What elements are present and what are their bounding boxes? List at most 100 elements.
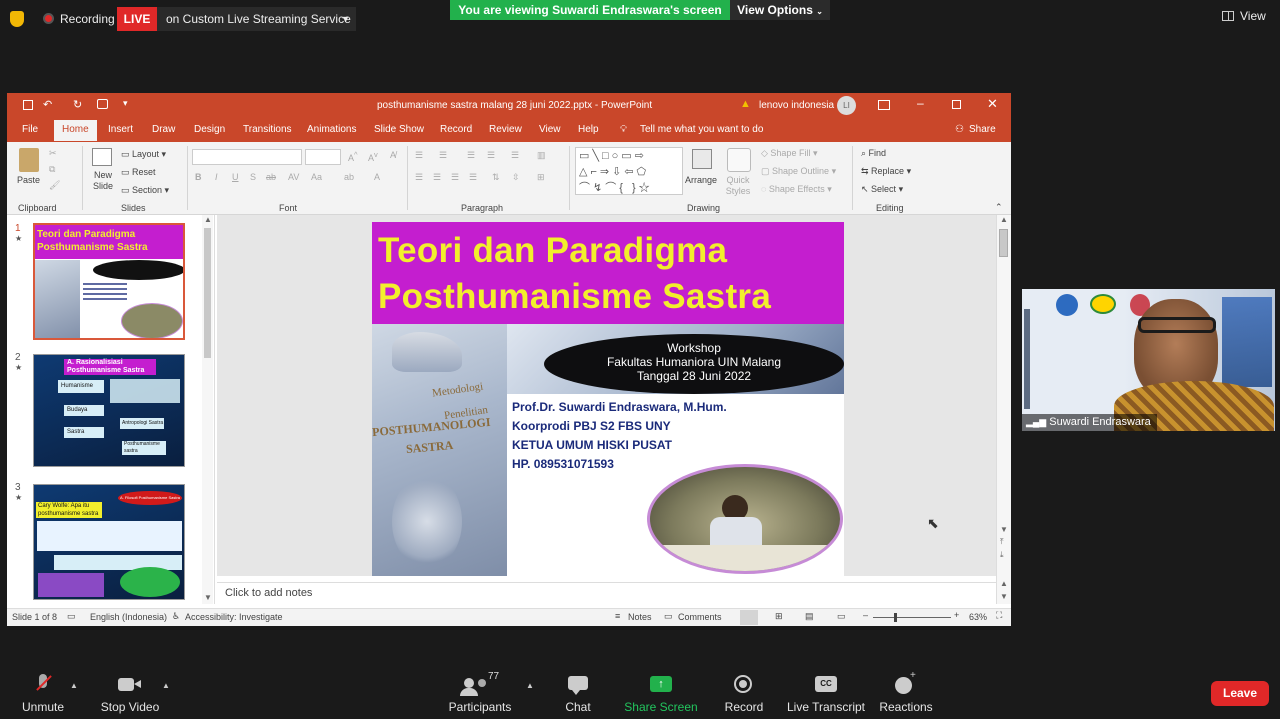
arrange-icon[interactable] — [692, 149, 712, 169]
shape-effects-button[interactable]: ◌ Shape Effects ▾ — [761, 184, 832, 195]
participants-options-caret[interactable]: ▲ — [526, 681, 534, 690]
restore-icon[interactable] — [952, 100, 961, 109]
char-spacing-icon[interactable]: AV — [288, 172, 299, 182]
notes-pane[interactable]: Click to add notes — [217, 582, 996, 604]
current-slide[interactable]: Teori dan Paradigma Posthumanisme Sastra… — [372, 222, 844, 576]
leave-button[interactable]: Leave — [1211, 681, 1269, 706]
change-case-icon[interactable]: Aa — [311, 172, 322, 182]
shape-outline-button[interactable]: ▢ Shape Outline ▾ — [761, 166, 836, 177]
paste-button[interactable]: Paste — [17, 175, 40, 185]
slide-scrollbar[interactable]: ▲ ▼ ⤒ ⤓ ▲ ▼ — [996, 215, 1011, 604]
increase-font-icon[interactable]: A^ — [348, 150, 358, 163]
reading-view-icon[interactable]: ▤ — [805, 611, 814, 622]
unmute-button[interactable]: Unmute — [18, 664, 68, 714]
find-button[interactable]: ⌕ Find — [861, 148, 886, 159]
language-indicator[interactable]: English (Indonesia) — [90, 612, 167, 622]
tab-transitions[interactable]: Transitions — [243, 124, 292, 135]
numbering-icon[interactable]: ☰ — [439, 150, 447, 161]
save-icon[interactable] — [23, 100, 33, 110]
align-text-icon[interactable]: ⇳ — [512, 172, 520, 183]
comments-toggle[interactable]: Comments — [678, 612, 722, 622]
tell-me-search[interactable]: Tell me what you want to do — [640, 124, 763, 135]
justify-icon[interactable]: ☰ — [469, 172, 477, 183]
share-button[interactable]: Share — [969, 124, 996, 135]
quick-styles-icon[interactable] — [727, 148, 751, 172]
security-shield-icon[interactable] — [10, 11, 24, 27]
record-button[interactable]: Record — [722, 664, 766, 714]
fit-slide-icon[interactable]: ⛶ — [996, 610, 1002, 621]
thumbnail-slide-2[interactable]: A. Rasionalisiasi Posthumanisme Sastra H… — [33, 354, 185, 467]
tab-animations[interactable]: Animations — [307, 124, 356, 135]
scroll-up-icon[interactable]: ▲ — [204, 215, 212, 224]
quick-styles-button[interactable]: Quick Styles — [723, 175, 753, 197]
slide-sorter-icon[interactable]: ⊞ — [775, 611, 783, 622]
copy-icon[interactable]: ⧉ — [49, 164, 55, 175]
tab-file[interactable]: File — [22, 124, 38, 135]
recording-label[interactable]: Recording — [60, 12, 115, 26]
scroll-up-icon[interactable]: ▲ — [1000, 579, 1008, 588]
reactions-button[interactable]: + Reactions — [878, 664, 934, 714]
share-screen-button[interactable]: ↑ Share Screen — [624, 664, 698, 714]
italic-icon[interactable]: I — [215, 172, 218, 182]
ribbon-display-icon[interactable] — [878, 100, 890, 110]
thumbnail-slide-1[interactable]: Teori dan Paradigma Posthumanisme Sastra — [33, 223, 185, 340]
zoom-in-icon[interactable]: + — [954, 610, 959, 620]
increase-indent-icon[interactable]: ☰ — [487, 150, 495, 161]
live-transcript-button[interactable]: CC Live Transcript — [786, 664, 866, 714]
new-slide-icon[interactable] — [92, 148, 112, 166]
decrease-font-icon[interactable]: Av — [368, 150, 378, 163]
view-button[interactable]: View — [1222, 9, 1266, 23]
undo-icon[interactable]: ↶ — [43, 98, 52, 111]
bold-icon[interactable]: B — [195, 172, 202, 182]
highlight-icon[interactable]: ab — [344, 172, 354, 182]
align-left-icon[interactable]: ☰ — [415, 172, 423, 183]
tab-insert[interactable]: Insert — [108, 124, 133, 135]
font-name-field[interactable] — [192, 149, 302, 165]
replace-button[interactable]: ⇆ Replace ▾ — [861, 166, 911, 177]
shapes-gallery[interactable]: ▭╲□○▭⇨ △⌐⇒⇩⇦⬠ ⌒↯⌒{ }☆ — [575, 147, 683, 195]
stop-video-button[interactable]: Stop Video — [98, 664, 162, 714]
scroll-down-icon[interactable]: ▼ — [1000, 592, 1008, 601]
audio-options-caret[interactable]: ▲ — [70, 681, 78, 690]
smartart-icon[interactable]: ⊞ — [537, 172, 545, 183]
zoom-slider[interactable] — [873, 617, 951, 618]
thumbnail-slide-3[interactable]: A. Filosofi Posthumanisme Sastra Cary Wo… — [33, 484, 185, 600]
text-direction-icon[interactable]: ⇅ — [492, 172, 500, 183]
tab-help[interactable]: Help — [578, 124, 599, 135]
previous-slide-icon[interactable]: ⤒ — [1000, 537, 1004, 547]
font-size-field[interactable] — [305, 149, 341, 165]
scroll-down-icon[interactable]: ▼ — [1000, 525, 1008, 534]
align-right-icon[interactable]: ☰ — [451, 172, 459, 183]
tab-draw[interactable]: Draw — [152, 124, 175, 135]
zoom-slider-thumb[interactable] — [894, 613, 897, 622]
scroll-up-icon[interactable]: ▲ — [1000, 215, 1008, 224]
bullets-icon[interactable]: ☰ — [415, 150, 423, 161]
tab-design[interactable]: Design — [194, 124, 225, 135]
decrease-indent-icon[interactable]: ☰ — [467, 150, 475, 161]
spell-check-icon[interactable]: ▭ — [67, 611, 76, 622]
account-name[interactable]: lenovo indonesia — [759, 100, 834, 111]
participants-button[interactable]: 77 Participants — [448, 664, 512, 714]
section-button[interactable]: ▭ Section ▾ — [121, 185, 169, 196]
zoom-out-icon[interactable]: – — [863, 610, 868, 620]
notes-toggle[interactable]: Notes — [628, 612, 652, 622]
shadow-icon[interactable]: S — [250, 172, 256, 182]
select-button[interactable]: ↖ Select ▾ — [861, 184, 903, 195]
tab-home[interactable]: Home — [54, 120, 97, 141]
view-options-button[interactable]: View Options ⌄ — [730, 0, 830, 20]
layout-button[interactable]: ▭ Layout ▾ — [121, 149, 166, 160]
video-options-caret[interactable]: ▲ — [162, 681, 170, 690]
thumbnail-scrollbar[interactable]: ▲ ▼ — [202, 215, 213, 604]
line-spacing-icon[interactable]: ☰ — [511, 150, 519, 161]
redo-icon[interactable]: ↻ — [73, 98, 82, 111]
clear-format-icon[interactable]: A̸ — [390, 150, 396, 160]
normal-view-icon[interactable] — [740, 610, 758, 625]
slide-editor[interactable]: Teori dan Paradigma Posthumanisme Sastra… — [217, 215, 996, 576]
live-service-dropdown[interactable]: on Custom Live Streaming Service ▼ — [157, 7, 356, 31]
strikethrough-icon[interactable]: ab — [266, 172, 276, 182]
minimize-icon[interactable]: – — [917, 96, 924, 110]
collapse-ribbon-icon[interactable]: ⌃ — [995, 202, 1003, 213]
paste-icon[interactable] — [19, 148, 39, 172]
customize-quick-access-icon[interactable]: ▾ — [123, 98, 128, 109]
reset-button[interactable]: ▭ Reset — [121, 167, 156, 178]
